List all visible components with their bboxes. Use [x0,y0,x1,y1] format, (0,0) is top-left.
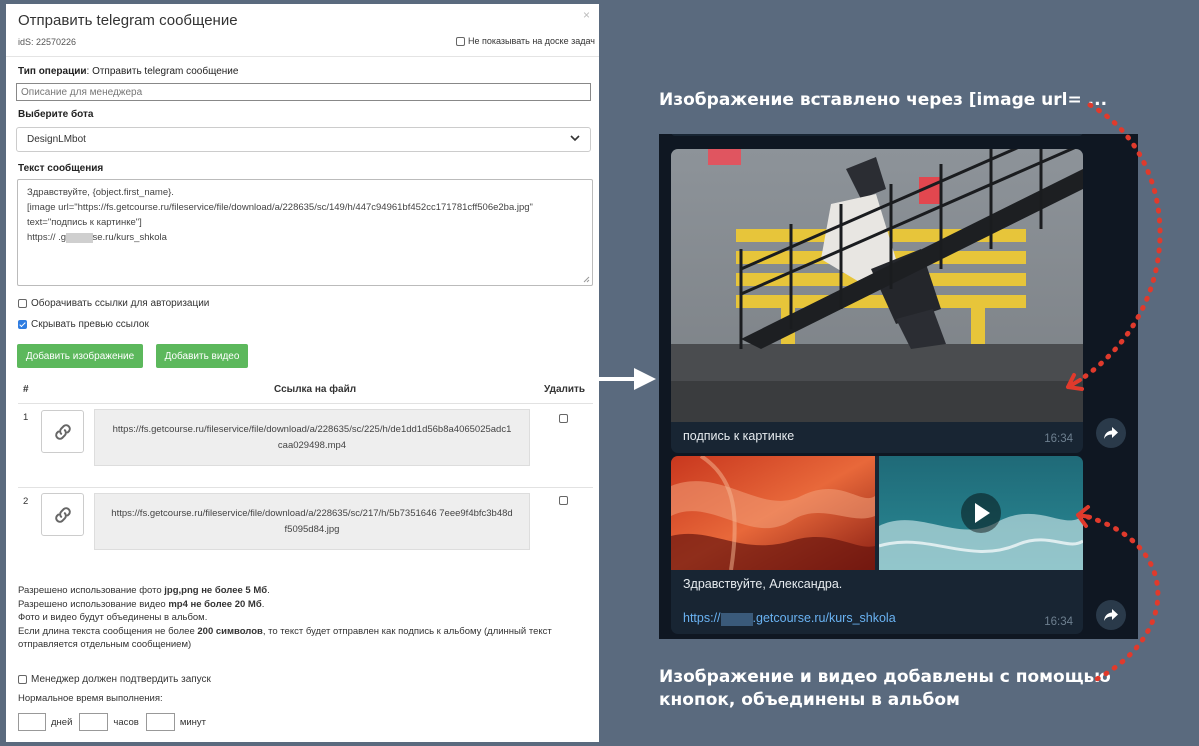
resize-grip-icon[interactable] [583,276,590,283]
message-textarea[interactable]: Здравствуйте, {object.first_name}. [imag… [17,179,593,286]
file-url-line-1: https://fs.getcourse.ru/fileservice/file… [111,507,513,519]
days-input[interactable] [18,713,46,731]
upload-notes: Разрешено использование фото jpg,png не … [18,584,588,652]
wrap-links-option[interactable]: Оборачивать ссылки для авторизации [18,298,209,309]
previous-message-edge [671,134,1083,136]
annotation-bottom: Изображение и видео добавлены с помощью … [659,666,1111,712]
telegram-operation-modal: Отправить telegram сообщение × idS: 2257… [6,4,599,742]
row-number: 2 [23,496,29,507]
hours-input[interactable] [79,713,109,731]
dotted-arrows-icon [1066,102,1163,683]
hide-preview-label: Скрывать превью ссылок [31,319,149,330]
operation-type-value: : Отправить telegram сообщение [86,66,239,77]
chevron-down-icon [570,134,580,145]
note-text: . [267,585,270,596]
table-divider [18,403,593,404]
album-link-end: .getcourse.ru/kurs_shkola [752,611,896,625]
hide-on-board-option[interactable]: Не показывать на доске задач [456,36,595,46]
manager-confirm-label: Менеджер должен подтвердить запуск [31,674,211,685]
hide-preview-option[interactable]: Скрывать превью ссылок [18,319,149,330]
days-label: дней [51,716,73,728]
normal-time-label: Нормальное время выполнения: [18,693,163,704]
wrap-links-label: Оборачивать ссылки для авторизации [31,298,210,309]
manager-description-input[interactable]: Описание для менеджера [16,83,591,101]
message-line-1: Здравствуйте, {object.first_name}. [27,187,174,198]
minutes-label: минут [179,716,206,728]
file-link-button[interactable] [41,410,84,453]
row-number: 1 [23,412,29,423]
link-icon [54,423,71,440]
message-bubble-image: подпись к картинке 16:34 [671,149,1083,453]
bot-select[interactable]: DesignLMbot [16,127,591,152]
add-video-button[interactable]: Добавить видео [156,344,248,368]
file-url-line-2: caa029498.mp4 [277,439,347,451]
note-text: Разрешено использование видео [18,598,169,610]
add-image-button[interactable]: Добавить изображение [17,344,143,368]
staircase-mural-photo[interactable] [671,149,1083,422]
note-video: Разрешено использование видео mp4 не бол… [18,598,588,612]
operation-type: Тип операции: Отправить telegram сообщен… [18,66,238,77]
note-photo: Разрешено использование фото jpg,png не … [18,584,588,598]
annotation-bottom-line-2: кнопок, объединены в альбом [659,690,960,710]
image-caption: подпись к картинке [683,429,795,443]
close-icon[interactable]: × [583,8,590,22]
divider [6,56,599,57]
note-text: . [261,598,265,610]
note-bold: mp4 не более 20 Мб [168,598,262,610]
normal-time-inputs: дней часов минут [18,713,206,731]
annotation-top: Изображение вставлено через [image url= … [659,90,1108,110]
file-url-field[interactable]: https://fs.getcourse.ru/fileservice/file… [94,409,530,466]
right-arrow-icon [598,368,656,390]
message-text-label: Текст сообщения [18,163,104,174]
manager-description-placeholder: Описание для менеджера [21,86,143,98]
annotation-bottom-line-1: Изображение и видео добавлены с помощью [659,667,1111,687]
album-caption: Здравствуйте, Александра. [683,577,843,591]
ids-label: idS: 22570226 [18,37,77,47]
manager-confirm-checkbox[interactable] [18,675,27,684]
table-divider [18,487,593,488]
operation-type-label: Тип операции [18,66,87,77]
hide-on-board-checkbox[interactable] [456,36,465,46]
hide-on-board-label: Не показывать на доске задач [468,36,595,46]
link-icon [54,506,71,523]
minutes-input[interactable] [145,713,175,731]
manager-confirm-option[interactable]: Менеджер должен подтвердить запуск [18,674,211,685]
delete-row-checkbox[interactable] [559,496,568,505]
message-bubble-album: Здравствуйте, Александра. https:// .getc… [671,456,1083,634]
note-caption: Если длина текста сообщения не более 200… [18,625,588,639]
col-delete-header: Удалить [544,384,586,395]
redacted-blur [720,613,753,626]
file-url-line-1: https://fs.getcourse.ru/fileservice/file… [112,423,512,435]
note-bold: 200 символов [197,625,263,637]
file-url-line-2: f5095d84.jpg [284,523,340,535]
file-link-button[interactable] [41,493,84,536]
message-line-4-text: https:// .getcourse.ru/kurs_shkola [27,232,167,243]
note-caption-cont: отправляется отдельным сообщением) [18,639,192,650]
col-number-header: # [23,384,29,395]
col-link-header: Ссылка на файл [274,384,357,395]
note-bold: jpg,png не более 5 Мб [164,585,268,596]
bot-select-value: DesignLMbot [27,134,86,145]
redacted-blur [66,233,93,243]
note-text: Разрешено использование фото [18,585,165,596]
message-line-3: text="подпись к картинке"] [27,217,142,228]
hide-preview-checkbox[interactable] [18,320,27,329]
modal-title: Отправить telegram сообщение [18,12,238,29]
file-url-field[interactable]: https://fs.getcourse.ru/fileservice/file… [94,493,530,550]
note-text: Если длина текста сообщения не более [18,625,198,637]
hours-label: часов [113,716,139,728]
message-line-2: [image url="https://fs.getcourse.ru/file… [27,202,533,213]
bot-label: Выберите бота [18,109,94,120]
note-album: Фото и видео будут объединены в альбом. [18,612,208,623]
note-text: , то текст будет отправлен как подпись к… [262,625,552,637]
canyon-photo[interactable] [671,456,875,570]
wrap-links-checkbox[interactable] [18,299,27,308]
message-line-4: https:// .getcourse.ru/kurs_shkola [27,230,583,245]
album-link-start: https:// [683,611,721,625]
delete-row-checkbox[interactable] [559,414,568,423]
album-link[interactable]: https:// .getcourse.ru/kurs_shkola [683,611,896,628]
